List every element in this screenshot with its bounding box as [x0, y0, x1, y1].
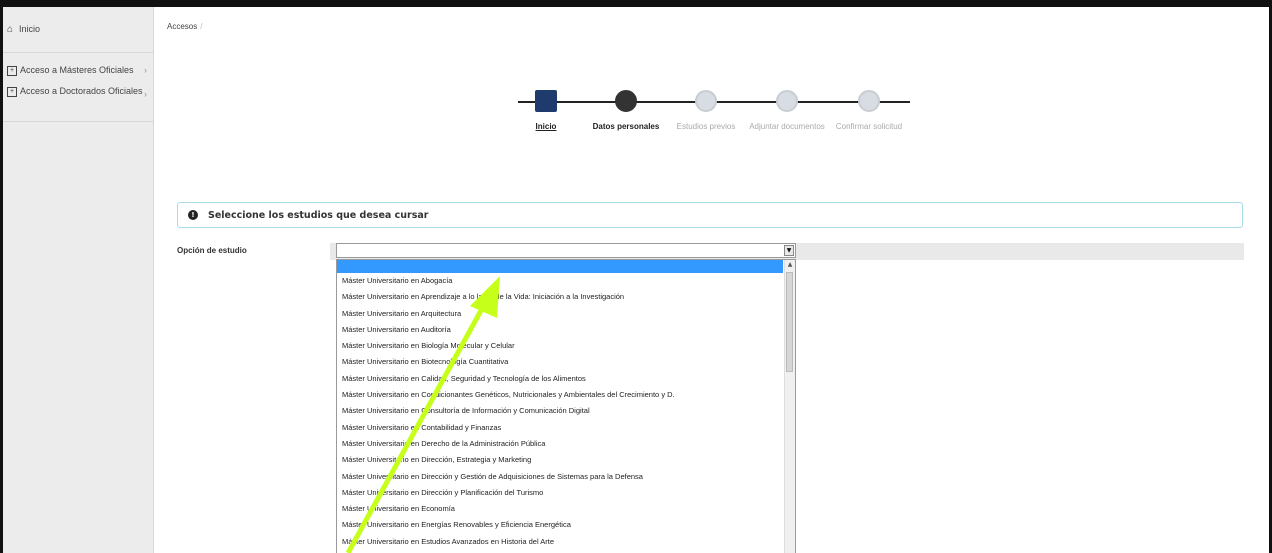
study-option-label: Opción de estudio: [177, 246, 247, 255]
dropdown-option[interactable]: Máster Universitario en Biología Molecul…: [337, 338, 783, 354]
dropdown-option[interactable]: Máster Universitario en Economía: [337, 501, 783, 517]
sidebar-item-doctorates[interactable]: + Acceso a Doctorados Oficiales ›: [3, 85, 153, 122]
scrollbar-thumb[interactable]: [786, 272, 793, 372]
dropdown-option[interactable]: Máster Universitario en Consultoría de I…: [337, 403, 783, 419]
step-marker: [695, 90, 717, 112]
sidebar-item-masters[interactable]: + Acceso a Másteres Oficiales ›: [3, 53, 153, 85]
step-marker: [615, 90, 637, 112]
sidebar-item-label: Acceso a Doctorados Oficiales: [20, 86, 143, 96]
sidebar: ⌂ Inicio + Acceso a Másteres Oficiales › …: [3, 7, 154, 553]
plus-box-icon: +: [7, 65, 17, 76]
breadcrumb: Accesos /: [167, 22, 202, 31]
progress-stepper: Inicio Datos personales Estudios previos…: [510, 88, 910, 158]
sidebar-item-label: Acceso a Másteres Oficiales: [20, 65, 134, 75]
dropdown-option[interactable]: Máster Universitario en Condicionantes G…: [337, 387, 783, 403]
step-label: Adjuntar documentos: [749, 122, 825, 131]
breadcrumb-item-accesos[interactable]: Accesos: [167, 22, 197, 31]
sidebar-home-label: Inicio: [19, 24, 41, 34]
dropdown-option[interactable]: Máster Universitario en Biotecnología Cu…: [337, 354, 783, 370]
sidebar-item-home[interactable]: ⌂ Inicio: [3, 7, 153, 53]
dropdown-option-empty[interactable]: [337, 260, 783, 273]
plus-box-icon: +: [7, 86, 17, 97]
step-datos-personales[interactable]: Datos personales: [586, 88, 666, 132]
alert-text: Seleccione los estudios que desea cursar: [208, 209, 429, 221]
dropdown-option[interactable]: Máster Universitario en Dirección y Plan…: [337, 485, 783, 501]
step-label: Estudios previos: [676, 122, 736, 131]
study-option-dropdown-list[interactable]: Máster Universitario en Abogacía Máster U…: [336, 259, 796, 553]
dropdown-option[interactable]: Máster Universitario en Dirección, Estra…: [337, 452, 783, 468]
step-estudios-previos: Estudios previos: [666, 88, 746, 132]
chevron-right-icon: ›: [144, 89, 147, 99]
info-icon: !: [188, 210, 198, 220]
breadcrumb-separator: /: [200, 22, 203, 31]
step-label: Datos personales: [592, 122, 660, 131]
step-adjuntar-documentos: Adjuntar documentos: [747, 88, 827, 132]
step-marker: [776, 90, 798, 112]
window-frame-top: [0, 0, 1272, 7]
dropdown-options: Máster Universitario en Abogacía Máster U…: [337, 273, 795, 550]
step-marker: [858, 90, 880, 112]
home-icon: ⌂: [7, 24, 14, 35]
step-inicio[interactable]: Inicio: [506, 88, 586, 132]
dropdown-option[interactable]: Máster Universitario en Calidad, Segurid…: [337, 371, 783, 387]
chevron-down-icon[interactable]: ▼: [784, 245, 794, 256]
dropdown-option[interactable]: Máster Universitario en Dirección y Gest…: [337, 469, 783, 485]
step-label: Confirmar solicitud: [835, 122, 903, 131]
dropdown-option[interactable]: Máster Universitario en Arquitectura: [337, 306, 783, 322]
dropdown-scrollbar[interactable]: ▲: [784, 260, 795, 553]
step-label: Inicio: [535, 122, 557, 131]
chevron-right-icon: ›: [144, 65, 147, 75]
dropdown-option[interactable]: Máster Universitario en Estudios Avanzad…: [337, 534, 783, 550]
scroll-up-icon[interactable]: ▲: [785, 260, 795, 270]
dropdown-option[interactable]: Máster Universitario en Energías Renovab…: [337, 517, 783, 533]
dropdown-option[interactable]: Máster Universitario en Abogacía: [337, 273, 783, 289]
dropdown-option[interactable]: Máster Universitario en Auditoría: [337, 322, 783, 338]
step-marker: [535, 90, 557, 112]
step-confirmar-solicitud: Confirmar solicitud: [829, 88, 909, 132]
dropdown-option[interactable]: Máster Universitario en Aprendizaje a lo…: [337, 289, 783, 305]
dropdown-option[interactable]: Máster Universitario en Derecho de la Ad…: [337, 436, 783, 452]
dropdown-option[interactable]: Máster Universitario en Contabilidad y F…: [337, 420, 783, 436]
info-alert: ! Seleccione los estudios que desea curs…: [177, 202, 1243, 228]
study-option-select[interactable]: ▼: [336, 243, 796, 258]
